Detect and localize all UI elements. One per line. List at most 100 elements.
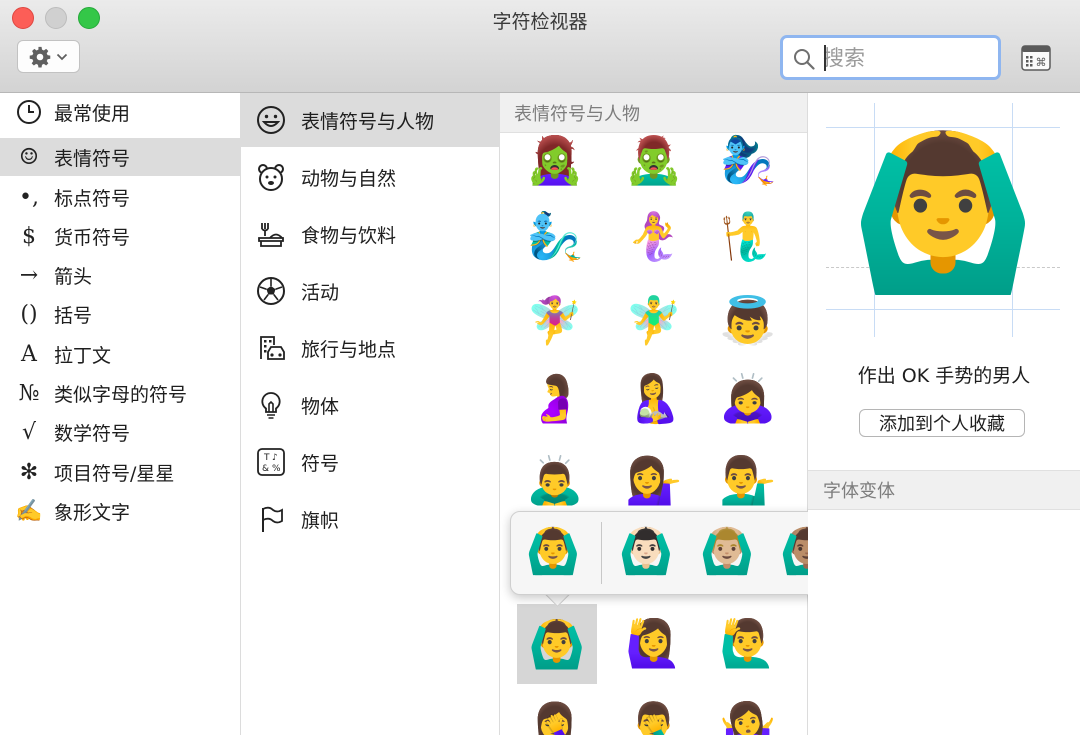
svg-text:%: % [272, 464, 281, 474]
guide-line [826, 309, 1060, 310]
smiley-icon: ☺ [19, 144, 39, 170]
emoji-cell[interactable]: 🙇‍♀️ [713, 363, 783, 433]
category-label: 象形文字 [54, 501, 131, 524]
keyboard-viewer-icon[interactable]: ⌘ [1021, 45, 1051, 71]
flag-icon [255, 504, 287, 534]
emoji-cell[interactable]: 💁‍♂️ [713, 445, 783, 515]
subcategory-item-activities[interactable]: 活动 [241, 264, 499, 318]
lightbulb-icon [255, 390, 287, 420]
square-root-icon: √ [21, 419, 37, 445]
category-item-letterlike[interactable]: № 类似字母的符号 [0, 374, 240, 412]
emoji-cell[interactable]: 🧟‍♂️ [619, 125, 689, 195]
font-variants-header: 字体变体 [808, 470, 1080, 510]
subcategory-item-travel-places[interactable]: 旅行与地点 [241, 321, 499, 375]
smiley-icon [255, 105, 287, 135]
subcategory-item-smileys-people[interactable]: 表情符号与人物 [241, 93, 499, 147]
svg-text:T: T [263, 453, 270, 463]
chevron-down-icon [56, 53, 68, 60]
clock-icon [14, 99, 44, 125]
subcategory-label: 物体 [301, 395, 340, 418]
emoji-cell[interactable]: 🤦‍♂️ [619, 691, 689, 735]
category-item-emoji[interactable]: ☺ 表情符号 [0, 138, 240, 176]
svg-text:⌘: ⌘ [1036, 56, 1047, 69]
title-bar: 字符检视器 ⌘ [0, 0, 1080, 93]
popover-divider [601, 522, 602, 584]
emoji-cell[interactable]: 🧜‍♂️ [713, 201, 783, 271]
category-item-currency[interactable]: $ 货币符号 [0, 217, 240, 255]
skin-tone-light[interactable]: 🙆🏻‍♂️ [614, 520, 678, 584]
character-detail-panel: 🙆‍♂️ 作出 OK 手势的男人 添加到个人收藏 字体变体 [808, 93, 1080, 735]
latin-letter-icon: A [21, 341, 37, 367]
add-to-favorites-button[interactable]: 添加到个人收藏 [859, 409, 1025, 437]
subcategory-label: 表情符号与人物 [301, 110, 435, 133]
subcategory-label: 动物与自然 [301, 167, 397, 190]
search-input[interactable] [823, 43, 993, 73]
emoji-cell[interactable]: 🧜‍♀️ [619, 201, 689, 271]
subcategory-label: 食物与饮料 [301, 224, 397, 247]
gear-icon [29, 46, 51, 67]
subcategory-item-symbols[interactable]: T ♪ &% 符号 [241, 435, 499, 489]
subcategory-item-food-drink[interactable]: 食物与饮料 [241, 207, 499, 261]
emoji-cell[interactable]: 🧚‍♂️ [619, 285, 689, 355]
skin-tone-medium-light[interactable]: 🙆🏼‍♂️ [695, 520, 759, 584]
symbols-icon: T ♪ &% [255, 447, 287, 477]
text-caret [824, 45, 826, 71]
category-item-parentheses[interactable]: () 括号 [0, 295, 240, 333]
skin-tone-default[interactable]: 🙆‍♂️ [521, 520, 585, 584]
subcategory-list: 表情符号与人物 动物与自然 食物与饮料 活动 旅行与地点 物体 T ♪ & % … [241, 93, 500, 735]
search-icon [794, 49, 815, 70]
subcategory-label: 旗帜 [301, 509, 340, 532]
emoji-cell[interactable]: 🧞‍♂️ [520, 201, 590, 271]
soccer-ball-icon [255, 276, 287, 306]
subcategory-item-flags[interactable]: 旗帜 [241, 492, 499, 546]
arrow-icon: → [19, 262, 39, 288]
svg-text:&: & [262, 464, 269, 474]
subcategory-label: 活动 [301, 281, 340, 304]
subcategory-label: 旅行与地点 [301, 338, 397, 361]
character-viewer-window: 字符检视器 ⌘ [0, 0, 1080, 735]
food-icon [255, 219, 287, 249]
window-title: 字符检视器 [492, 11, 588, 33]
category-label: 类似字母的符号 [54, 383, 188, 406]
emoji-cell[interactable]: 💁‍♀️ [619, 445, 689, 515]
category-item-pictographs[interactable]: ✍ 象形文字 [0, 492, 240, 530]
building-car-icon [255, 333, 287, 363]
emoji-cell[interactable]: 🤰 [520, 363, 590, 433]
category-label: 最常使用 [54, 102, 131, 125]
emoji-cell[interactable]: 👼 [713, 285, 783, 355]
emoji-cell[interactable]: 🧟‍♀️ [520, 125, 590, 195]
subcategory-item-objects[interactable]: 物体 [241, 378, 499, 432]
category-item-bullets-stars[interactable]: ✻ 项目符号/星星 [0, 453, 240, 491]
emoji-cell[interactable]: 🧞‍♀️ [713, 125, 783, 195]
category-item-frequently-used[interactable]: 最常使用 [0, 93, 240, 131]
subcategory-item-animals-nature[interactable]: 动物与自然 [241, 150, 499, 204]
svg-text:♪: ♪ [272, 453, 278, 463]
preview-emoji: 🙆‍♂️ [849, 126, 1037, 300]
emoji-cell[interactable]: 🤷‍♀️ [713, 691, 783, 735]
emoji-cell[interactable]: 🙇‍♂️ [520, 445, 590, 515]
settings-menu-button[interactable] [17, 40, 80, 73]
emoji-grid-panel: 表情符号与人物 🧟‍♀️ 🧟‍♂️ 🧞‍♀️ 🧞‍♂️ 🧜‍♀️ 🧜‍♂️ 🧚‍… [500, 93, 808, 735]
category-label: 箭头 [54, 265, 93, 288]
emoji-cell[interactable]: 🧚‍♀️ [520, 285, 590, 355]
category-item-latin[interactable]: A 拉丁文 [0, 335, 240, 373]
category-item-arrows[interactable]: → 箭头 [0, 256, 240, 294]
search-field[interactable] [780, 35, 1001, 80]
pen-writing-icon: ✍ [15, 498, 43, 524]
category-item-math[interactable]: √ 数学符号 [0, 413, 240, 451]
emoji-cell[interactable]: 🙋‍♂️ [713, 608, 783, 678]
punctuation-icon: •, [19, 184, 39, 210]
category-label: 表情符号 [54, 147, 131, 170]
category-label: 括号 [54, 304, 93, 327]
emoji-cell[interactable]: 🤱 [619, 363, 689, 433]
asterisk-icon: ✻ [19, 459, 39, 485]
category-label: 项目符号/星星 [54, 462, 175, 485]
category-label: 拉丁文 [54, 344, 112, 367]
emoji-cell-selected[interactable]: 🙆‍♂️ [517, 604, 597, 684]
dollar-icon: $ [22, 223, 36, 249]
emoji-cell[interactable]: 🤦‍♀️ [520, 691, 590, 735]
category-label: 标点符号 [54, 187, 131, 210]
bear-icon [255, 162, 287, 192]
emoji-cell[interactable]: 🙋‍♀️ [619, 608, 689, 678]
category-item-punctuation[interactable]: •, 标点符号 [0, 178, 240, 216]
